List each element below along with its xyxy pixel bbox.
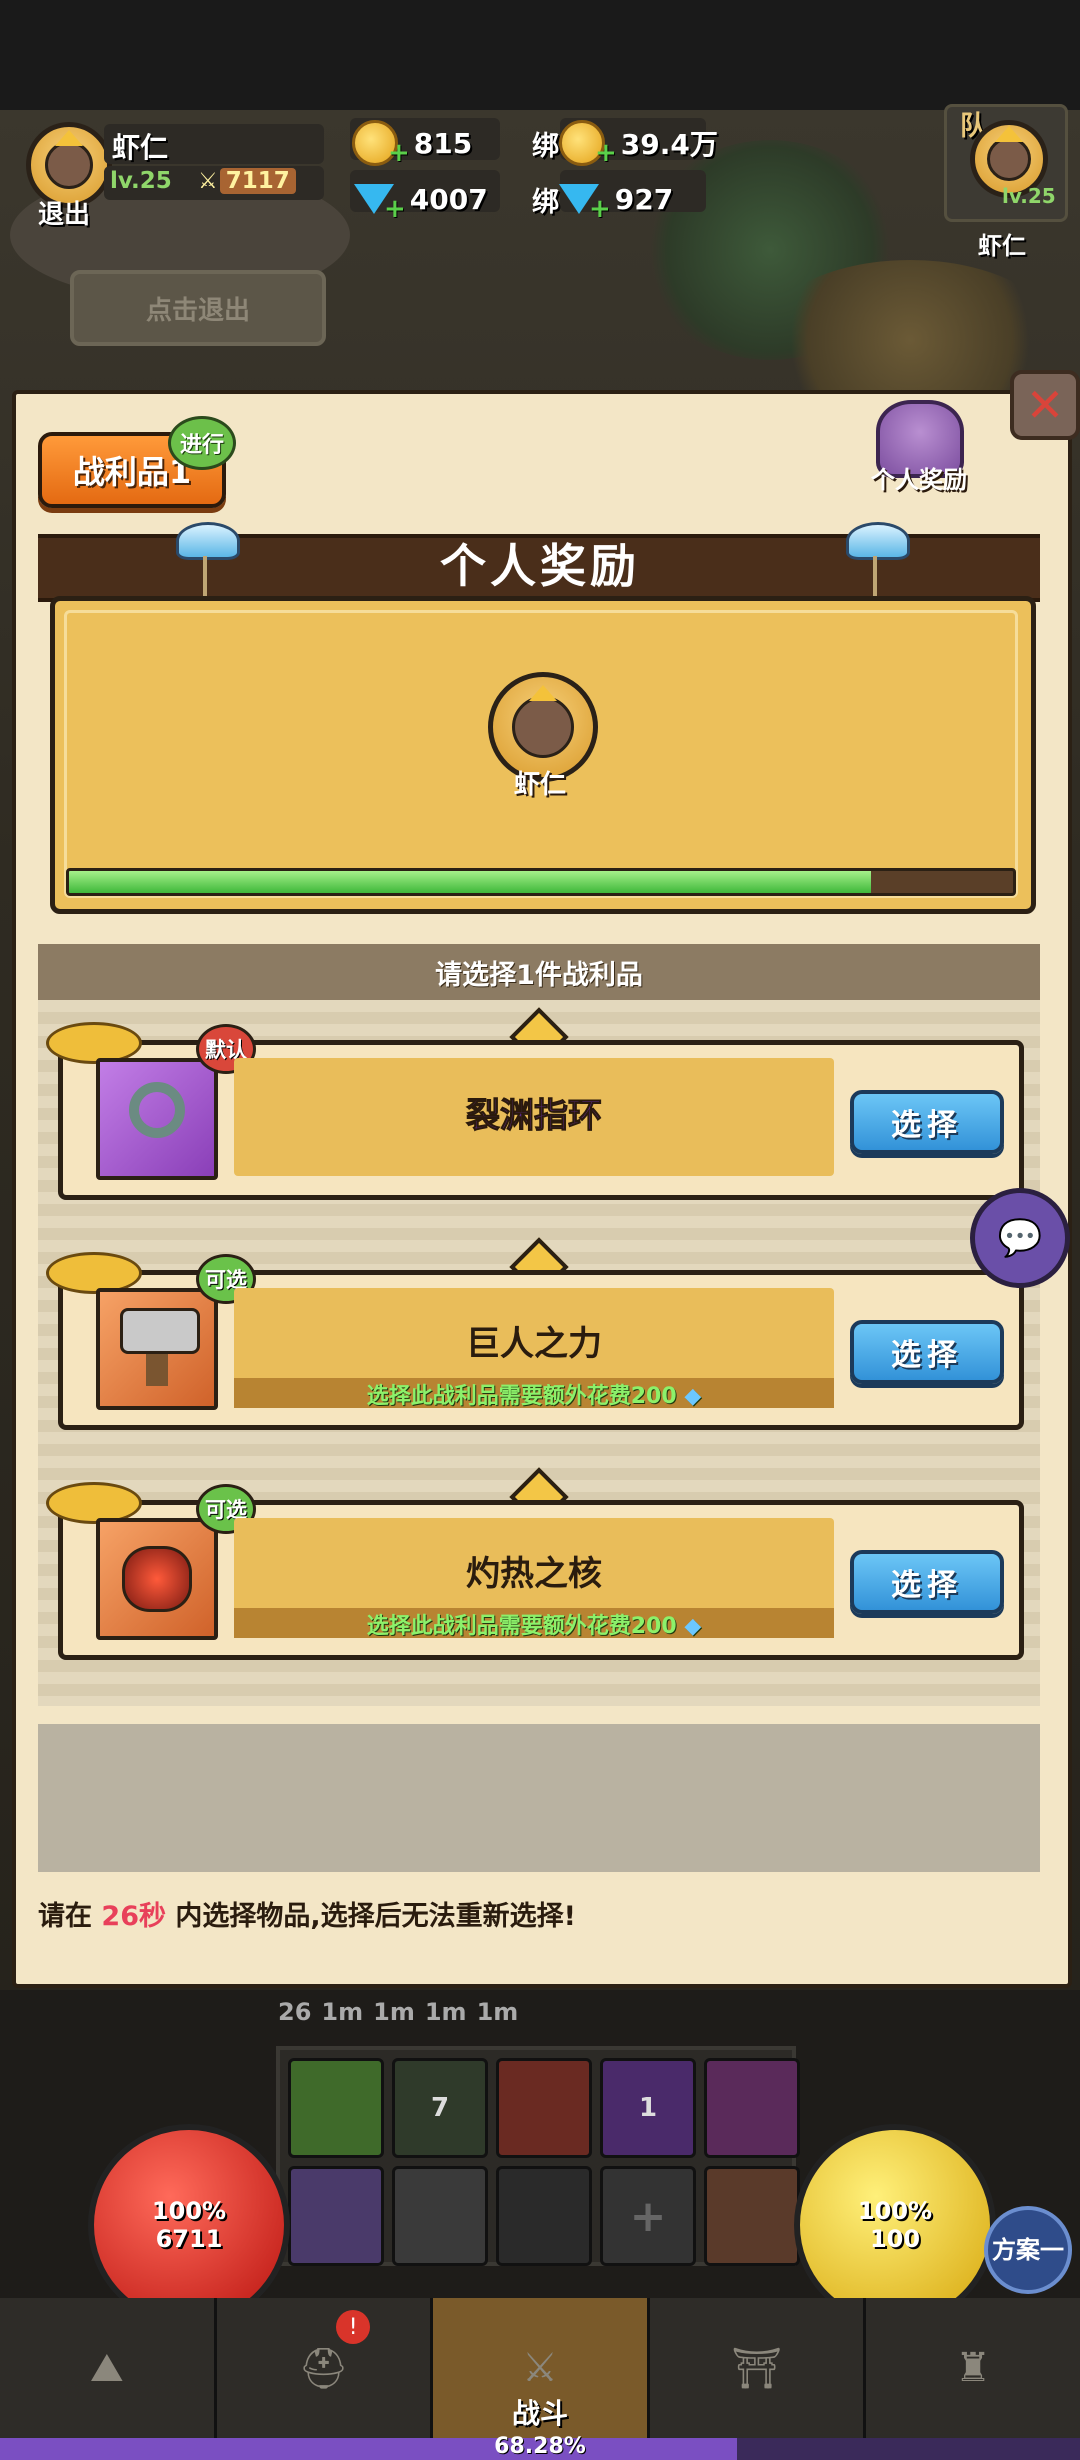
diamond-icon: ◆ (676, 1384, 702, 1409)
crown-icon (54, 129, 83, 146)
chat-button[interactable]: 💬 (970, 1188, 1070, 1288)
crown-icon (994, 125, 1023, 142)
crown-icon (529, 685, 557, 701)
item-cost: 选择此战利品需要额外花费200 ◆ (234, 1608, 834, 1639)
timer-seconds: 26秒 (101, 1901, 166, 1932)
item-name: 裂渊指环 (466, 1096, 603, 1137)
skill-slot[interactable] (496, 2058, 592, 2158)
add-icon: + (384, 194, 406, 224)
diamond-pin-icon (176, 522, 240, 560)
plan-button[interactable]: 方案一 (984, 2206, 1072, 2294)
skill-slot[interactable] (288, 2058, 384, 2158)
progress-fill (69, 871, 872, 893)
axe-icon (96, 1288, 218, 1410)
skill-slot[interactable] (288, 2166, 384, 2266)
selection-timer: 请在 26秒 内选择物品,选择后无法重新选择! (38, 1901, 576, 1932)
sword-icon: ⚔ (198, 168, 218, 194)
player-level: lv.25 (110, 168, 172, 194)
mp-orb: 100% 100 (794, 2124, 996, 2326)
nav-tab-castle[interactable]: ♜ (866, 2298, 1080, 2438)
buff-timer: 1m (424, 1998, 467, 2026)
teammate-name: 虾仁 (978, 232, 1026, 260)
temple-icon: ⛩ (731, 2345, 782, 2392)
close-button[interactable]: ✕ (1010, 370, 1080, 440)
bound-gold-counter[interactable]: 绑 + 39.4万 (532, 118, 718, 168)
item-name: 灼热之核 (466, 1554, 602, 1594)
select-button[interactable]: 选择 (850, 1090, 1004, 1154)
player-name: 虾仁 (112, 131, 169, 164)
diamond-pin-icon (846, 522, 910, 560)
add-skill-slot[interactable]: + (600, 2166, 696, 2266)
scene-exit-button[interactable]: 点击退出 (70, 270, 326, 346)
battle-icon: ⚔ (522, 2345, 558, 2391)
status-bar-area (0, 0, 1080, 110)
nav-tab-temple[interactable]: ⛩ (649, 2298, 867, 2438)
reward-player-name: 虾仁 (513, 770, 566, 800)
helmet-icon: ⛑ (298, 2345, 349, 2392)
chat-bubble-icon: 💬 (997, 1218, 1043, 1259)
item-name: 巨人之力 (466, 1324, 602, 1364)
hp-orb: 100% 6711 (88, 2124, 290, 2326)
buff-bar: 26 1m 1m 1m 1m (278, 1998, 518, 2026)
diamond-icon: ◆ (676, 1614, 702, 1639)
add-icon: + (589, 194, 611, 224)
nav-tab-dungeon[interactable]: ⛰ (0, 2298, 217, 2438)
buff-timer: 1m (373, 1998, 415, 2026)
personal-reward-label: 个人奖励 (871, 466, 967, 494)
banner-title: 个人奖励 (440, 539, 640, 593)
status-badge: 进行 (168, 416, 236, 470)
add-icon: + (388, 138, 410, 168)
item-cost: 选择此战利品需要额外花费200 ◆ (234, 1378, 834, 1409)
buff-timer: 1m (321, 1998, 364, 2026)
rock-icon: ⛰ (89, 2345, 124, 2391)
gem-counter[interactable]: + 4007 (354, 174, 488, 224)
skill-slot[interactable]: 7 (392, 2058, 488, 2158)
skill-slot[interactable] (392, 2166, 488, 2266)
skill-slot[interactable] (704, 2058, 800, 2158)
skill-grid: 7 1 + (276, 2046, 800, 2266)
nav-tab-battle[interactable]: ⚔ 战斗 (433, 2298, 650, 2438)
select-button[interactable]: 选择 (850, 1320, 1004, 1384)
skill-slot[interactable] (704, 2166, 800, 2266)
buff-timer: 26 (278, 1998, 312, 2026)
bound-gem-counter[interactable]: 绑 + 927 (532, 174, 673, 225)
select-button[interactable]: 选择 (850, 1550, 1004, 1614)
skill-slot[interactable]: 1 (600, 2058, 696, 2158)
buff-timer: 1m (476, 1998, 519, 2026)
exit-label[interactable]: 退出 (38, 194, 90, 231)
nav-tab-hero[interactable]: ⛑ ! (216, 2298, 434, 2438)
notification-badge: ! (336, 2310, 371, 2344)
empty-slot-area (38, 1724, 1040, 1872)
combat-power: 7117 (219, 168, 296, 194)
lava-core-icon (96, 1518, 218, 1640)
bottom-nav: ⛰ ⛑ ! ⚔ 战斗 ⛩ ♜ (0, 2298, 1080, 2438)
choose-header: 请选择1件战利品 (38, 944, 1040, 1000)
reward-progress-bar (66, 868, 1016, 896)
add-icon: + (595, 138, 617, 168)
exp-percent: 68.28% (494, 2434, 586, 2459)
teammate-level: lv.25 (1002, 184, 1056, 208)
skill-slot[interactable] (496, 2166, 592, 2266)
castle-icon: ♜ (955, 2345, 992, 2391)
close-icon: ✕ (1025, 378, 1065, 432)
ring-icon (96, 1058, 218, 1180)
gold-counter[interactable]: + 815 (352, 118, 472, 168)
